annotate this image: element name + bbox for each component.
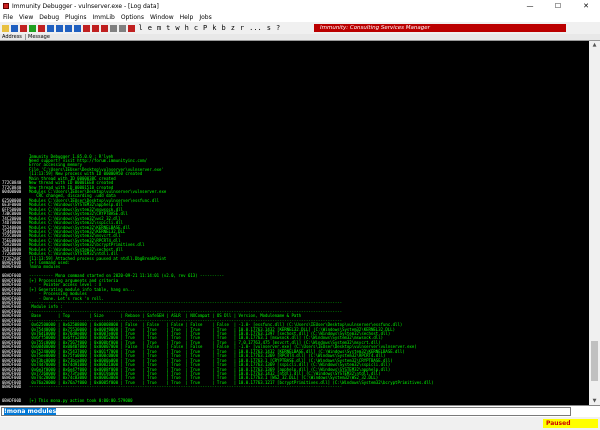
log-window[interactable]: Immunity Debugger 1.85.0.0 : R'lyeh Need …	[0, 41, 589, 405]
go-to-icon[interactable]	[92, 24, 99, 32]
step-into-icon[interactable]	[47, 24, 54, 32]
menu-help[interactable]: Help	[180, 14, 194, 21]
title-bar: Immunity Debugger - vulnserver.exe - [Lo…	[0, 0, 600, 12]
restart-icon[interactable]	[11, 24, 18, 32]
status-paused-badge: Paused	[543, 419, 598, 428]
toolbar-hw-breakpoints[interactable]: z	[231, 24, 235, 32]
python-command-icon[interactable]	[119, 24, 126, 32]
command-input[interactable]: !mona modules	[1, 407, 571, 416]
scroll-up-icon[interactable]: ▲	[589, 41, 600, 49]
toolbar-executables[interactable]: e	[148, 24, 152, 32]
log-address: 0BADF00D	[2, 397, 22, 403]
command-text: !mona modules	[4, 408, 57, 415]
menu-file[interactable]: File	[3, 14, 13, 21]
log-message: [+] This mona.py action took 0:00:00.579…	[29, 397, 133, 403]
window-title: Immunity Debugger - vulnserver.exe - [Lo…	[12, 2, 159, 10]
toolbar-call-stack[interactable]: k	[212, 24, 216, 32]
trace-over-icon[interactable]	[74, 24, 81, 32]
toolbar-breakpoints[interactable]: b	[221, 24, 225, 32]
consulting-banner[interactable]: Immunity: Consulting Services Manager	[314, 24, 566, 32]
log-message: !mona modules	[29, 264, 61, 270]
toolbar-log[interactable]: l	[139, 24, 143, 32]
log-message: ----------------------------------------…	[29, 299, 343, 305]
log-scrollbar[interactable]: ▲ ▼	[589, 41, 600, 405]
toolbar-handles[interactable]: h	[185, 24, 189, 32]
log-line[interactable]: 0BADF00D [+] This mona.py action took 0:0…	[2, 397, 587, 403]
menu-options[interactable]: Options	[121, 14, 144, 21]
scroll-thumb[interactable]	[591, 341, 598, 381]
menu-debug[interactable]: Debug	[39, 14, 59, 21]
toolbar-memory[interactable]: m	[157, 24, 161, 32]
pause-icon[interactable]	[38, 24, 45, 32]
step-over-icon[interactable]	[56, 24, 63, 32]
menu-view[interactable]: View	[19, 14, 33, 21]
log-column-headers: Address Message	[0, 34, 600, 41]
toolbar-cpu[interactable]: c	[194, 24, 198, 32]
menu-bar: File View Debug Plugins ImmLib Options W…	[0, 12, 600, 22]
log-message: ----------------------------------------…	[29, 384, 343, 390]
close-button[interactable]: ✕	[572, 0, 600, 12]
run-icon[interactable]	[29, 24, 36, 32]
menu-immlib[interactable]: ImmLib	[93, 14, 115, 21]
maximize-button[interactable]: ☐	[544, 0, 572, 12]
menu-plugins[interactable]: Plugins	[65, 14, 87, 21]
toolbar-source[interactable]: s	[267, 24, 271, 32]
log-lines: Immunity Debugger 1.85.0.0 : R'lyeh Need …	[2, 154, 587, 404]
plugin-icon[interactable]	[128, 24, 135, 32]
open-folder-icon[interactable]	[2, 24, 9, 32]
message-column-header[interactable]: Message	[26, 34, 600, 40]
window-controls: — ☐ ✕	[516, 0, 600, 12]
menu-window[interactable]: Window	[150, 14, 174, 21]
minimize-button[interactable]: —	[516, 0, 544, 12]
python-shell-icon[interactable]	[110, 24, 117, 32]
toolbar-threads[interactable]: t	[166, 24, 170, 32]
scroll-down-icon[interactable]: ▼	[589, 397, 600, 405]
trace-into-icon[interactable]	[65, 24, 72, 32]
breakpoint-icon[interactable]	[101, 24, 108, 32]
toolbar-patches[interactable]: P	[203, 24, 207, 32]
execute-till-return-icon[interactable]	[83, 24, 90, 32]
menu-jobs[interactable]: Jobs	[199, 14, 211, 21]
app-icon	[3, 3, 9, 9]
address-column-header[interactable]: Address	[0, 34, 26, 40]
toolbar-run-trace[interactable]: r	[240, 24, 244, 32]
toolbar-more[interactable]: ...	[249, 24, 262, 32]
close-process-icon[interactable]	[20, 24, 27, 32]
command-bar: !mona modules	[0, 405, 600, 417]
toolbar-windows[interactable]: w	[175, 24, 179, 32]
status-bar: Paused	[0, 417, 600, 430]
toolbar-help[interactable]: ?	[276, 24, 280, 32]
